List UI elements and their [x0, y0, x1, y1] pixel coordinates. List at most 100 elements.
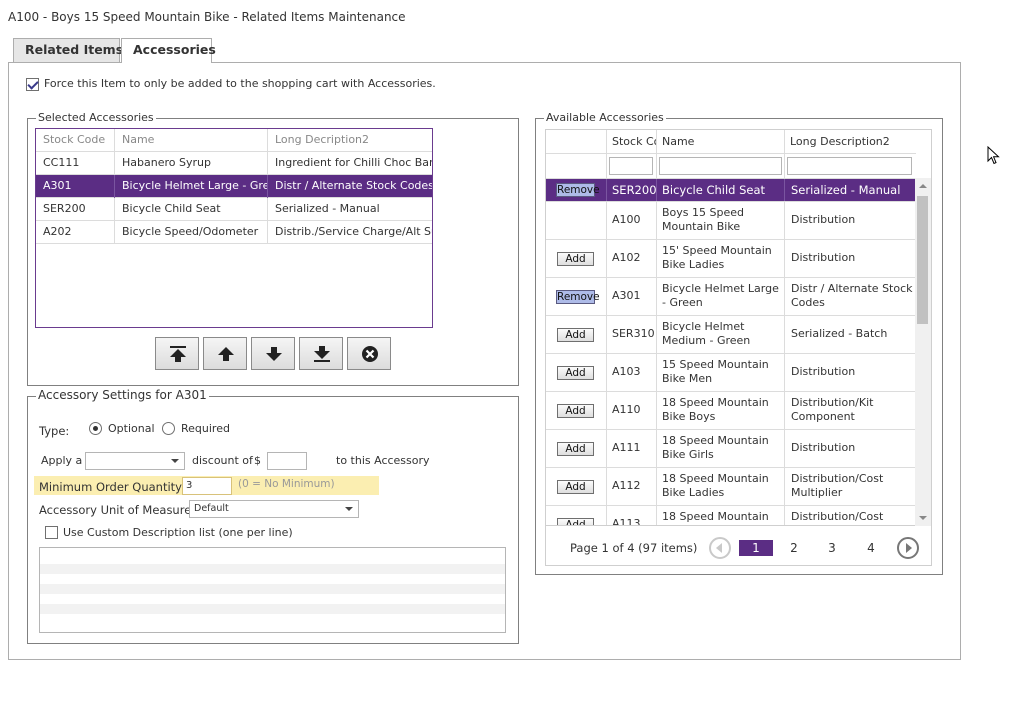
- filter-long-description-input[interactable]: [787, 157, 912, 175]
- force-accessories-checkbox[interactable]: [26, 78, 39, 91]
- item-name: Bicycle Helmet Large - Green: [662, 282, 779, 309]
- selected-row-a301[interactable]: A301 Bicycle Helmet Large - Green Distr …: [36, 175, 432, 198]
- column-header-name[interactable]: Name: [115, 129, 268, 152]
- long-description: Distribution/Kit Component: [791, 396, 874, 423]
- custom-description-checkbox[interactable]: [45, 526, 58, 539]
- available-row-a301[interactable]: Remove A301 Bicycle Helmet Large - Green…: [546, 278, 916, 316]
- scrollbar-thumb[interactable]: [917, 196, 928, 324]
- scroll-down-icon[interactable]: [919, 516, 927, 520]
- column-header-stock-code[interactable]: Stock Co: [607, 130, 657, 154]
- available-accessories-legend: Available Accessories: [544, 111, 666, 124]
- arrow-down-icon: [266, 347, 282, 361]
- cell-name: Bicycle Child Seat: [115, 198, 268, 221]
- filter-stock-code-input[interactable]: [609, 157, 653, 175]
- previous-page-button[interactable]: [709, 537, 731, 559]
- stock-code: A113: [612, 517, 641, 526]
- tab-related-items[interactable]: Related Items: [13, 38, 123, 62]
- column-header-long-description[interactable]: Long Decription2: [268, 129, 432, 152]
- item-name: Bicycle Helmet Medium - Green: [662, 320, 751, 347]
- cell-action: Add: [546, 430, 607, 467]
- cell-stock-code: A112: [607, 468, 657, 505]
- cell-name: Bicycle Child Seat: [657, 179, 785, 201]
- long-description: Distribution/Cost Multiplier: [791, 472, 884, 499]
- tab-accessories[interactable]: Accessories: [121, 38, 216, 63]
- column-header-name[interactable]: Name: [657, 130, 785, 154]
- move-up-button[interactable]: [203, 337, 247, 370]
- type-optional-radio[interactable]: [89, 422, 102, 435]
- long-description: Distribution: [791, 365, 856, 378]
- available-row-ser200[interactable]: Remove SER200 Bicycle Child Seat Seriali…: [546, 179, 916, 202]
- available-row-ser310[interactable]: Add SER310 Bicycle Helmet Medium - Green…: [546, 316, 916, 354]
- discount-type-select[interactable]: [85, 452, 185, 470]
- page-4-button[interactable]: 4: [854, 540, 888, 556]
- cell-stock-code: A202: [36, 221, 115, 244]
- available-row-a112[interactable]: Add A112 18 Speed Mountain Bike Ladies D…: [546, 468, 916, 506]
- page-1-button[interactable]: 1: [739, 540, 773, 556]
- unit-of-measure-select[interactable]: Default: [189, 500, 359, 518]
- available-row-a113[interactable]: Add A113 18 Speed Mountain Bike Men Dist…: [546, 506, 916, 526]
- available-row-a111[interactable]: Add A111 18 Speed Mountain Bike Girls Di…: [546, 430, 916, 468]
- item-name: 18 Speed Mountain Bike Ladies: [662, 472, 769, 499]
- cell-stock-code: SER200: [36, 198, 115, 221]
- available-row-a110[interactable]: Add A110 18 Speed Mountain Bike Boys Dis…: [546, 392, 916, 430]
- filter-name-input[interactable]: [659, 157, 782, 175]
- min-order-qty-value: 3: [186, 480, 193, 491]
- type-optional-label: Optional: [108, 422, 155, 435]
- stock-code: A301: [612, 289, 641, 302]
- stock-code: A110: [612, 403, 641, 416]
- item-name: 18 Speed Mountain Bike Boys: [662, 396, 769, 423]
- column-header-stock-code[interactable]: Stock Code: [36, 129, 115, 152]
- selected-row-cc111[interactable]: CC111 Habanero Syrup Ingredient for Chil…: [36, 152, 432, 175]
- cell-long-description: Distribution: [785, 240, 916, 277]
- add-button[interactable]: Add: [557, 404, 594, 418]
- min-order-qty-input[interactable]: 3: [182, 477, 232, 495]
- page-2-button[interactable]: 2: [777, 540, 811, 556]
- to-accessory-label: to this Accessory: [336, 454, 430, 467]
- add-button[interactable]: Add: [557, 480, 594, 494]
- remove-button[interactable]: Remove: [556, 290, 600, 304]
- available-grid-scrollbar[interactable]: [915, 178, 931, 526]
- item-name: 18 Speed Mountain Bike Men: [662, 510, 769, 525]
- add-button[interactable]: Add: [557, 366, 594, 380]
- selected-row-ser200[interactable]: SER200 Bicycle Child Seat Serialized - M…: [36, 198, 432, 221]
- available-row-a103[interactable]: Add A103 15 Speed Mountain Bike Men Dist…: [546, 354, 916, 392]
- force-accessories-label: Force this Item to only be added to the …: [44, 77, 436, 90]
- move-to-top-button[interactable]: [155, 337, 199, 370]
- stock-code: A112: [612, 479, 641, 492]
- page-3-button[interactable]: 3: [815, 540, 849, 556]
- column-header-long-description[interactable]: Long Description2: [785, 130, 916, 154]
- scroll-up-icon[interactable]: [919, 184, 927, 188]
- list-stripe: [40, 604, 505, 614]
- stock-code: A103: [612, 365, 641, 378]
- cell-action: Remove: [546, 179, 607, 201]
- type-required-radio[interactable]: [162, 422, 175, 435]
- available-row-a100[interactable]: A100 Boys 15 Speed Mountain Bike Distrib…: [546, 202, 916, 240]
- cell-action: Add: [546, 240, 607, 277]
- long-description: Distribution/Cost Multiplier: [791, 510, 884, 525]
- custom-description-textarea[interactable]: [39, 547, 506, 633]
- item-name: Bicycle Child Seat: [662, 183, 766, 197]
- next-page-button[interactable]: [897, 537, 919, 559]
- cell-action: Add: [546, 468, 607, 505]
- remove-button[interactable]: Remove: [556, 183, 600, 197]
- discount-amount-input[interactable]: [267, 452, 307, 470]
- stock-code: A102: [612, 251, 641, 264]
- available-row-a102[interactable]: Add A102 15' Speed Mountain Bike Ladies …: [546, 240, 916, 278]
- item-name: 15 Speed Mountain Bike Men: [662, 358, 769, 385]
- cell-long-description: Ingredient for Chilli Choc Bar: [275, 156, 433, 169]
- move-down-button[interactable]: [251, 337, 295, 370]
- item-name: 18 Speed Mountain Bike Girls: [662, 434, 769, 461]
- long-description: Distribution: [791, 441, 856, 454]
- selected-accessories-grid: Stock Code Name Long Decription2 CC111 H…: [35, 128, 433, 328]
- filter-cell-name: [657, 154, 785, 179]
- mouse-cursor-icon: [987, 146, 1000, 165]
- move-to-bottom-button[interactable]: [299, 337, 343, 370]
- add-button[interactable]: Add: [557, 442, 594, 456]
- cell-stock-code: A301: [607, 278, 657, 315]
- add-button[interactable]: Add: [557, 328, 594, 342]
- cell-long-description: Distribution: [785, 202, 916, 239]
- remove-accessory-button[interactable]: [347, 337, 391, 370]
- add-button[interactable]: Add: [557, 518, 594, 525]
- selected-row-a202[interactable]: A202 Bicycle Speed/Odometer Distrib./Ser…: [36, 221, 432, 244]
- add-button[interactable]: Add: [557, 252, 594, 266]
